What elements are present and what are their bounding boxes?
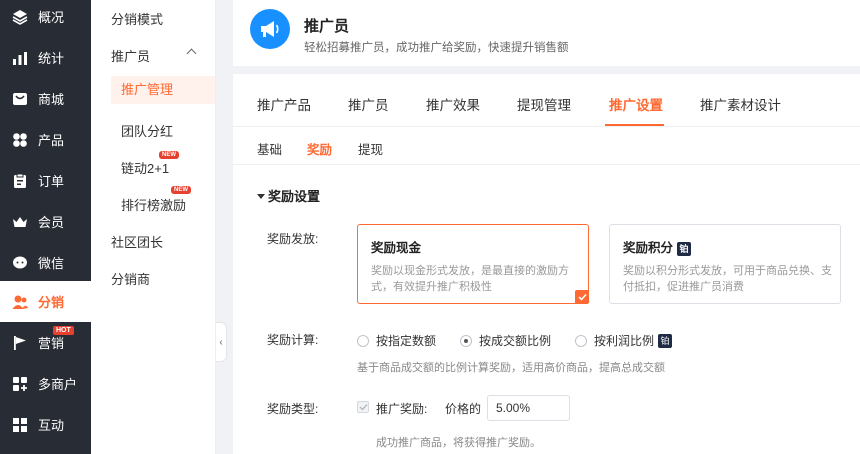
submenu-community-leader[interactable]: 社区团长 [111, 232, 163, 251]
nav-label: 分销 [38, 295, 65, 310]
submenu-mode[interactable]: 分销模式 [111, 9, 163, 28]
nav-label: 互动 [38, 418, 65, 433]
reward-type-hint: 成功推广商品，将获得推广奖励。 [376, 437, 541, 449]
chat-icon [11, 254, 29, 272]
tab-withdrawal-management[interactable]: 提现管理 [517, 94, 571, 114]
nav-item-statistics[interactable]: 统计 [0, 37, 91, 78]
shop-icon [11, 90, 29, 108]
nav-label: 概况 [38, 10, 65, 25]
check-icon [359, 404, 368, 411]
subtab-bar: 基础 奖励 提现 [233, 127, 860, 165]
flag-icon [11, 334, 29, 352]
price-label: 价格的 [445, 402, 482, 416]
points-reward-title: 奖励积分铂 [623, 237, 692, 256]
chevron-left-icon: ‹ [219, 336, 223, 348]
nav-item-multi-merchant[interactable]: 多商户 [0, 363, 91, 404]
page-subtitle: 轻松招募推广员，成功推广给奖励，快速提升销售额 [304, 42, 569, 54]
nav-item-overview[interactable]: 概况 [0, 0, 91, 37]
platinum-badge: 铂 [658, 333, 673, 348]
nav-label: 营销 [38, 336, 65, 351]
promotion-reward-label: 推广奖励: [376, 402, 428, 416]
main-panel: 推广产品 推广员 推广效果 提现管理 推广设置 推广素材设计 基础 奖励 提现 … [233, 74, 860, 454]
puzzle-icon [11, 416, 29, 434]
promotion-reward-checkbox[interactable] [357, 401, 369, 413]
submenu-promotion-management[interactable]: 推广管理 [111, 76, 215, 104]
radio-circle [575, 334, 587, 347]
reward-type-label: 奖励类型: [267, 402, 319, 416]
tab-material-design[interactable]: 推广素材设计 [700, 94, 781, 114]
crown-icon [11, 213, 29, 231]
nav-label: 微信 [38, 256, 65, 271]
nav-item-mall[interactable]: 商城 [0, 78, 91, 119]
submenu-leaderboard[interactable]: 排行榜激励 [121, 195, 186, 214]
points-reward-desc: 奖励以积分形式发放，可用于商品兑换、支付抵扣，促进推广员消费 [623, 265, 832, 293]
cash-reward-card[interactable]: 奖励现金 奖励以现金形式发放，是最直接的激励方式，有效提升推广积极性 [357, 224, 589, 304]
subtab-withdraw[interactable]: 提现 [358, 139, 383, 158]
page-header: 推广员 轻松招募推广员，成功推广给奖励，快速提升销售额 [233, 0, 860, 66]
points-reward-card[interactable]: 奖励积分铂 奖励以积分形式发放，可用于商品兑换、支付抵扣，促进推广员消费 [609, 224, 841, 304]
chart-icon [11, 49, 29, 67]
nav-label: 订单 [38, 174, 65, 189]
tab-promoted-products[interactable]: 推广产品 [257, 94, 311, 114]
reward-percentage-input[interactable] [487, 395, 570, 421]
clipboard-icon [11, 172, 29, 190]
subtab-reward[interactable]: 奖励 [307, 139, 332, 158]
radio-circle [460, 334, 472, 347]
nav-item-distribution[interactable]: 分销 [0, 281, 91, 322]
submenu-team-bonus[interactable]: 团队分红 [121, 121, 173, 140]
nav-label: 统计 [38, 51, 65, 66]
radio-sales-ratio[interactable]: 按成交额比例 [460, 332, 551, 349]
reward-calc-hint: 基于商品成交额的比例计算奖励，适用高价商品，提高总成交额 [357, 362, 665, 374]
reward-issue-label: 奖励发放: [267, 232, 319, 246]
tab-promotion-settings[interactable]: 推广设置 [609, 94, 663, 114]
page-title: 推广员 [304, 18, 350, 35]
nav-label: 多商户 [38, 377, 78, 392]
section-title-text: 奖励设置 [268, 189, 321, 204]
radio-profit-ratio[interactable]: 按利润比例铂 [575, 332, 673, 349]
radio-label: 按成交额比例 [479, 334, 552, 348]
points-reward-title-text: 奖励积分 [623, 241, 674, 255]
cash-reward-title: 奖励现金 [371, 241, 422, 255]
nav-item-products[interactable]: 产品 [0, 119, 91, 160]
submenu-promoter[interactable]: 推广员 [111, 46, 150, 65]
nav-item-members[interactable]: 会员 [0, 201, 91, 242]
megaphone-icon [250, 9, 290, 49]
nav-label: 产品 [38, 133, 65, 148]
store-icon [11, 375, 29, 393]
nav-item-marketing[interactable]: 营销 HOT [0, 322, 91, 363]
main-nav: 概况 统计 商城 产品 订单 会员 微信 分销 营销 HOT 多商户 互动 [0, 0, 91, 454]
layers-icon [11, 8, 29, 26]
check-icon [575, 290, 589, 304]
tab-promotion-effect[interactable]: 推广效果 [426, 94, 480, 114]
grid-icon [11, 131, 29, 149]
hot-badge: HOT [53, 326, 74, 335]
radio-fixed-amount[interactable]: 按指定数额 [357, 332, 436, 349]
submenu-chain-2-1[interactable]: 链动2+1 [121, 158, 169, 177]
collapse-sidebar-button[interactable]: ‹ [216, 322, 227, 362]
nav-label: 会员 [38, 215, 65, 230]
submenu-distributor[interactable]: 分销商 [111, 269, 150, 288]
new-badge: NEW [171, 186, 191, 194]
subtab-basic[interactable]: 基础 [257, 139, 282, 158]
reward-calc-label: 奖励计算: [267, 333, 319, 347]
radio-label: 按利润比例 [594, 334, 655, 348]
tab-promoters[interactable]: 推广员 [348, 94, 389, 114]
nav-item-interaction[interactable]: 互动 [0, 404, 91, 445]
caret-down-icon [257, 194, 265, 200]
nav-label: 商城 [38, 92, 65, 107]
radio-circle [357, 334, 369, 347]
new-badge: NEW [159, 151, 179, 159]
tab-bar: 推广产品 推广员 推广效果 提现管理 推广设置 推广素材设计 [233, 74, 860, 127]
users-icon [11, 293, 29, 311]
platinum-badge: 铂 [677, 241, 692, 256]
cash-reward-desc: 奖励以现金形式发放，是最直接的激励方式，有效提升推广积极性 [371, 265, 569, 293]
nav-item-wechat[interactable]: 微信 [0, 242, 91, 283]
section-title[interactable]: 奖励设置 [257, 186, 320, 205]
radio-label: 按指定数额 [376, 334, 437, 348]
active-tab-indicator [605, 124, 664, 126]
nav-item-orders[interactable]: 订单 [0, 160, 91, 201]
sub-menu: 分销模式 推广员 推广管理 团队分红 链动2+1 NEW 排行榜激励 NEW 社… [91, 0, 216, 454]
